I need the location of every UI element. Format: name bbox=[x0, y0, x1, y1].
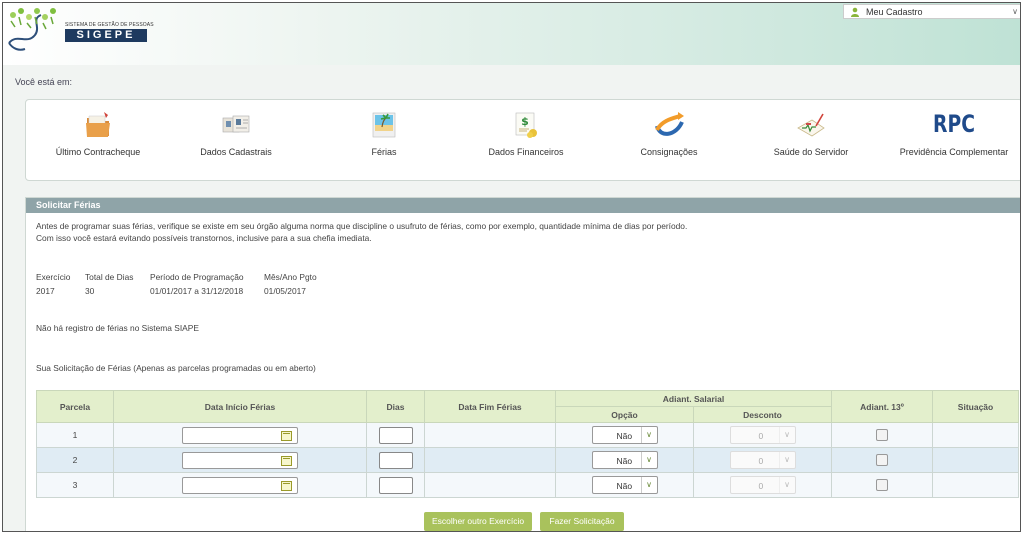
svg-text:$: $ bbox=[521, 115, 529, 128]
header-opcao: Opção bbox=[555, 406, 694, 423]
intro-text-line2: Com isso você estará evitando possíveis … bbox=[36, 233, 372, 243]
money-icon: $ bbox=[515, 112, 537, 138]
chevron-down-icon: ∨ bbox=[640, 477, 657, 493]
logo-subtitle: SISTEMA DE GESTÃO DE PESSOAS bbox=[65, 22, 154, 28]
header-dias: Dias bbox=[366, 390, 425, 423]
desconto-select: 0 ∨ bbox=[729, 426, 796, 444]
shortcut-bar: Último Contracheque Dados Cadastrais Fér… bbox=[25, 99, 1020, 181]
payment-month-header: Mês/Ano Pgto bbox=[264, 272, 317, 282]
opcao-select[interactable]: Não ∨ bbox=[591, 476, 658, 494]
days-input[interactable] bbox=[378, 426, 413, 444]
chevron-down-icon: ∨ bbox=[640, 427, 657, 443]
exercise-header: Exercício bbox=[36, 272, 71, 282]
period-header: Período de Programação bbox=[150, 272, 244, 282]
shortcut-ferias[interactable]: Férias bbox=[314, 110, 454, 176]
shortcut-label: Previdência Complementar bbox=[899, 147, 1009, 157]
payment-month-value: 01/05/2017 bbox=[264, 286, 306, 296]
parcela-cell: 2 bbox=[36, 447, 114, 473]
panel-title: Solicitar Férias bbox=[26, 198, 1020, 213]
situacao-cell bbox=[932, 422, 1020, 448]
rpc-logo: RPC bbox=[933, 110, 975, 138]
adiant-13-checkbox[interactable] bbox=[876, 454, 889, 466]
situacao-cell bbox=[932, 447, 1020, 473]
header-adiant-salarial: Adiant. Salarial bbox=[554, 390, 833, 407]
user-menu[interactable]: Meu Cadastro ∨ bbox=[843, 4, 1020, 19]
days-input[interactable] bbox=[378, 451, 413, 469]
chevron-down-icon: ∨ bbox=[778, 477, 795, 493]
arrow-swoosh-icon bbox=[655, 112, 684, 136]
start-date-input[interactable] bbox=[182, 476, 298, 494]
shortcut-label: Dados Cadastrais bbox=[200, 147, 272, 157]
app-window: SISTEMA DE GESTÃO DE PESSOAS SIGEPE Meu … bbox=[2, 2, 1021, 532]
opcao-select[interactable]: Não ∨ bbox=[591, 426, 658, 444]
chevron-down-icon: ∨ bbox=[778, 427, 795, 443]
submit-request-button[interactable]: Fazer Solicitação bbox=[540, 512, 624, 531]
chevron-down-icon: ∨ bbox=[1012, 7, 1018, 16]
folder-icon bbox=[86, 112, 110, 137]
vacation-request-panel: Solicitar Férias Antes de programar suas… bbox=[25, 197, 1020, 531]
chevron-down-icon: ∨ bbox=[778, 452, 795, 468]
days-input[interactable] bbox=[378, 476, 413, 494]
parcela-cell: 3 bbox=[36, 472, 114, 498]
user-icon bbox=[851, 7, 859, 17]
desconto-select: 0 ∨ bbox=[729, 451, 796, 469]
table-row: 2 Não ∨ 0 ∨ bbox=[36, 447, 1020, 473]
situacao-cell bbox=[932, 472, 1020, 498]
user-menu-label: Meu Cadastro bbox=[866, 7, 923, 17]
shortcut-saude-servidor[interactable]: Saúde do Servidor bbox=[741, 110, 881, 176]
health-icon bbox=[797, 113, 825, 137]
total-days-value: 30 bbox=[85, 286, 95, 296]
header: SISTEMA DE GESTÃO DE PESSOAS SIGEPE Meu … bbox=[3, 3, 1020, 65]
calendar-icon[interactable] bbox=[281, 480, 292, 491]
shortcut-previdencia-complementar[interactable]: RPC Previdência Complementar bbox=[884, 110, 1020, 176]
vacation-table: Parcela Data Início Férias Dias Data Fim… bbox=[36, 390, 1020, 498]
total-days-header: Total de Dias bbox=[85, 272, 134, 282]
header-adiant-13: Adiant. 13º bbox=[831, 390, 934, 423]
header-parcela: Parcela bbox=[36, 390, 114, 423]
shortcut-label: Consignações bbox=[640, 147, 698, 157]
shortcut-ultimo-contracheque[interactable]: Último Contracheque bbox=[28, 110, 168, 176]
table-row: 3 Não ∨ 0 ∨ bbox=[36, 472, 1020, 498]
choose-other-exercise-button[interactable]: Escolher outro Exercício bbox=[424, 512, 532, 531]
end-date-cell bbox=[424, 472, 556, 498]
parcela-cell: 1 bbox=[36, 422, 114, 448]
start-date-input[interactable] bbox=[182, 426, 298, 444]
header-data-fim: Data Fim Férias bbox=[424, 390, 556, 423]
request-label: Sua Solicitação de Férias (Apenas as par… bbox=[36, 363, 316, 373]
shortcut-label: Saúde do Servidor bbox=[773, 147, 849, 157]
header-situacao: Situação bbox=[932, 390, 1020, 423]
adiant-13-checkbox[interactable] bbox=[876, 429, 889, 441]
breadcrumb: Você está em: bbox=[15, 77, 73, 87]
shortcut-label: Dados Financeiros bbox=[488, 147, 564, 157]
opcao-select[interactable]: Não ∨ bbox=[591, 451, 658, 469]
shortcut-label: Férias bbox=[371, 147, 397, 157]
header-desconto: Desconto bbox=[692, 406, 833, 423]
adiant-13-checkbox[interactable] bbox=[876, 479, 889, 491]
table-row: 1 Não ∨ 0 ∨ bbox=[36, 422, 1020, 448]
start-date-input[interactable] bbox=[182, 451, 298, 469]
desconto-select: 0 ∨ bbox=[729, 476, 796, 494]
logo-title: SIGEPE bbox=[65, 29, 147, 42]
id-cards-icon bbox=[222, 115, 250, 133]
shortcut-dados-financeiros[interactable]: $ Dados Financeiros bbox=[456, 110, 596, 176]
calendar-icon[interactable] bbox=[281, 455, 292, 466]
exercise-value: 2017 bbox=[36, 286, 55, 296]
chevron-down-icon: ∨ bbox=[640, 452, 657, 468]
shortcut-label: Último Contracheque bbox=[55, 147, 141, 157]
shortcut-consignacoes[interactable]: Consignações bbox=[599, 110, 739, 176]
calendar-icon[interactable] bbox=[281, 430, 292, 441]
no-record-text: Não há registro de férias no Sistema SIA… bbox=[36, 323, 199, 333]
logo-tree-icon bbox=[8, 8, 56, 51]
period-value: 01/01/2017 a 31/12/2018 bbox=[150, 286, 244, 296]
intro-text-line1: Antes de programar suas férias, verifiqu… bbox=[36, 221, 688, 231]
end-date-cell bbox=[424, 447, 556, 473]
header-data-inicio: Data Início Férias bbox=[113, 390, 367, 423]
shortcut-dados-cadastrais[interactable]: Dados Cadastrais bbox=[166, 110, 306, 176]
end-date-cell bbox=[424, 422, 556, 448]
beach-icon bbox=[372, 112, 396, 138]
